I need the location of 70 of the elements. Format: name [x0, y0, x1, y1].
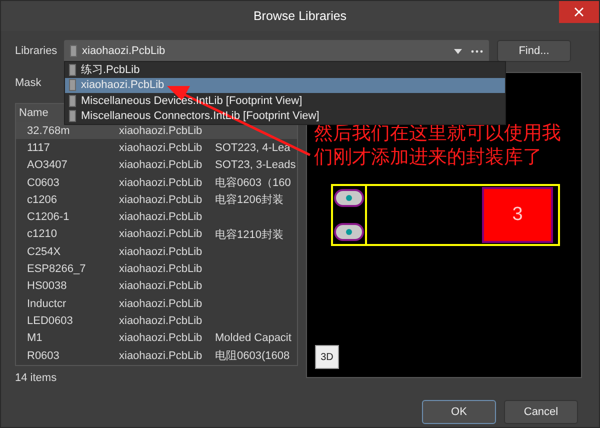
close-button[interactable]: [559, 1, 599, 23]
table-cell: M1: [27, 332, 42, 344]
library-icon: [69, 79, 76, 92]
table-row[interactable]: LED0603 xiaohaozi.PcbLib: [16, 312, 297, 330]
libraries-label: Libraries: [15, 45, 58, 57]
library-icon: [70, 45, 77, 57]
table-cell: SOT23, 3-Leads: [215, 159, 296, 172]
table-cell: 1117: [27, 142, 50, 154]
table-row[interactable]: R0603 xiaohaozi.PcbLib 电阻0603(1608: [16, 346, 297, 364]
table-cell: xiaohaozi.PcbLib: [119, 228, 202, 240]
table-cell: C254X: [27, 246, 61, 258]
table-cell: C1206-1: [27, 211, 70, 224]
table-cell: 电阻0603(1608: [215, 350, 290, 362]
table-cell: xiaohaozi.PcbLib: [119, 211, 202, 224]
library-icon: [69, 64, 76, 76]
table-cell: C0603: [27, 176, 60, 189]
table-row[interactable]: Inductcr xiaohaozi.PcbLib: [16, 294, 297, 312]
table-row[interactable]: M1 xiaohaozi.PcbLib Molded Capacit: [16, 330, 297, 347]
library-icon: [69, 110, 76, 122]
caret-icon: [454, 48, 462, 54]
table-cell: Molded Capacit: [215, 332, 292, 344]
table-row[interactable]: ESP8266_7 xiaohaozi.PcbLib: [16, 260, 297, 278]
mask-label: Mask: [15, 77, 42, 89]
table-cell: 电容1206封装: [215, 194, 284, 206]
table-cell: xiaohaozi.PcbLib: [119, 280, 202, 292]
table-cell: xiaohaozi.PcbLib: [119, 176, 202, 189]
table-row[interactable]: HS0038 xiaohaozi.PcbLib: [16, 278, 297, 295]
table-cell: c1206: [27, 194, 57, 206]
table-cell: xiaohaozi.PcbLib: [119, 142, 202, 154]
table-cell: xiaohaozi.PcbLib: [119, 332, 202, 344]
table-cell: xiaohaozi.PcbLib: [119, 314, 202, 327]
libraries-dropdown[interactable]: xiaohaozi.PcbLib: [64, 40, 489, 62]
dialog-button[interactable]: Cancel: [504, 400, 578, 424]
table-row[interactable]: AO3407 xiaohaozi.PcbLib SOT23, 3-Leads: [16, 156, 297, 174]
table-row[interactable]: c1210 xiaohaozi.PcbLib 电容1210封装: [16, 226, 297, 244]
close-icon: [574, 7, 584, 17]
table-row[interactable]: C254X xiaohaozi.PcbLib: [16, 243, 297, 260]
table-row[interactable]: 1117 xiaohaozi.PcbLib SOT223, 4-Lea: [16, 139, 297, 157]
table-cell: xiaohaozi.PcbLib: [119, 124, 202, 137]
table-cell: HS0038: [27, 280, 67, 292]
table-cell: LED0603: [27, 314, 73, 327]
table-cell: xiaohaozi.PcbLib: [119, 263, 202, 276]
find-button[interactable]: Find...: [497, 40, 571, 62]
table-cell: xiaohaozi.PcbLib: [119, 350, 202, 362]
more-icon: [471, 50, 483, 52]
3d-view-button[interactable]: 3D: [315, 345, 339, 369]
table-row[interactable]: c1206 xiaohaozi.PcbLib 电容1206封装: [16, 191, 297, 208]
table-cell: SOT223, 4-Lea: [215, 142, 290, 154]
table-cell: ESP8266_7: [27, 263, 86, 276]
table-cell: AO3407: [27, 159, 68, 172]
library-option[interactable]: xiaohaozi.PcbLib: [65, 78, 505, 93]
footprint-pad: 3: [482, 187, 553, 243]
window-title: Browse Libraries: [253, 9, 347, 23]
table-row[interactable]: C0603 xiaohaozi.PcbLib 电容0603（160: [16, 174, 297, 192]
table-cell: 电容1210封装: [215, 228, 284, 241]
dialog-button[interactable]: OK: [422, 400, 496, 424]
table-cell: Inductcr: [27, 298, 66, 310]
table-cell: xiaohaozi.PcbLib: [119, 246, 202, 258]
table-cell: 32.768m: [27, 124, 70, 137]
table-cell: xiaohaozi.PcbLib: [119, 298, 202, 310]
table-cell: 电容0603（160: [215, 177, 291, 190]
library-option[interactable]: 练习.PcbLib: [65, 62, 505, 78]
item-count: 14 items: [15, 372, 58, 384]
table-row[interactable]: C1206-1 xiaohaozi.PcbLib: [16, 208, 297, 226]
column-header[interactable]: Name: [16, 107, 48, 119]
table-cell: c1210: [27, 228, 57, 240]
table-cell: xiaohaozi.PcbLib: [119, 194, 202, 206]
table-cell: xiaohaozi.PcbLib: [119, 159, 202, 172]
table-cell: R0603: [27, 350, 60, 362]
library-icon: [69, 94, 76, 107]
